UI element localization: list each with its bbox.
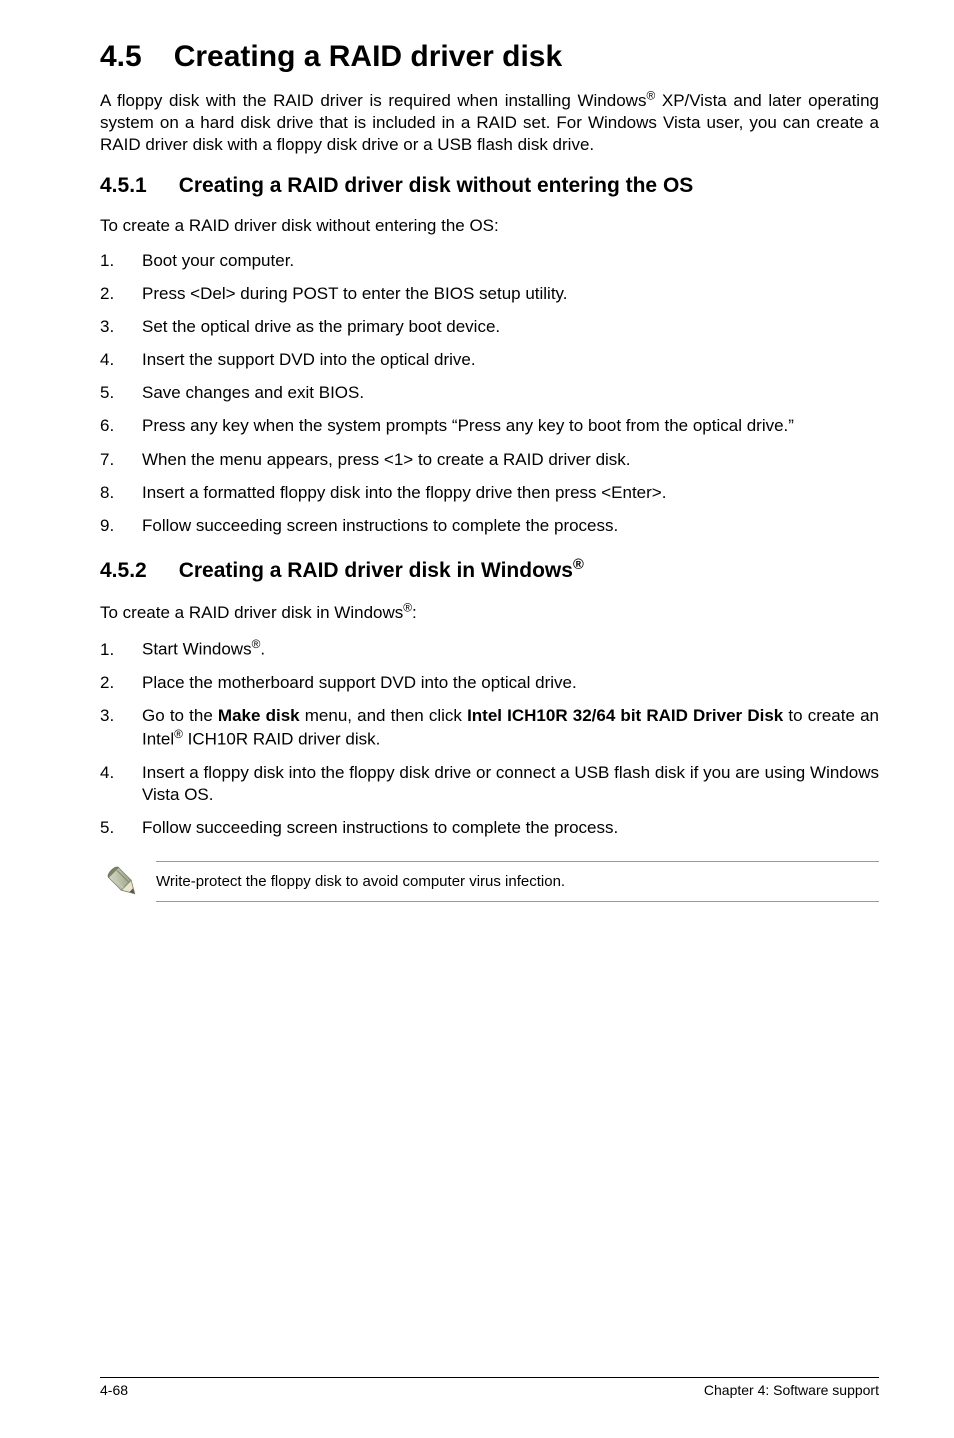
note-box: Write-protect the floppy disk to avoid c… — [156, 861, 879, 903]
list-item: 5.Save changes and exit BIOS. — [100, 382, 879, 404]
main-heading: 4.5 Creating a RAID driver disk — [100, 40, 879, 74]
footer-chapter: Chapter 4: Software support — [704, 1382, 879, 1398]
footer-page-number: 4-68 — [100, 1382, 128, 1398]
section-2-heading: 4.5.2 Creating a RAID driver disk in Wind… — [100, 557, 879, 583]
list-item: 5.Follow succeeding screen instructions … — [100, 817, 879, 839]
section-1-heading: 4.5.1 Creating a RAID driver disk without… — [100, 174, 879, 198]
intro-paragraph: A floppy disk with the RAID driver is re… — [100, 88, 879, 156]
list-item: 1.Start Windows®. — [100, 637, 879, 661]
note-text: Write-protect the floppy disk to avoid c… — [156, 872, 879, 892]
section-1-lead: To create a RAID driver disk without ent… — [100, 216, 879, 236]
pencil-icon — [100, 859, 156, 903]
section-1-title: Creating a RAID driver disk without ente… — [179, 174, 694, 197]
list-item: 4.Insert the support DVD into the optica… — [100, 349, 879, 371]
section-1-number: 4.5.1 — [100, 174, 147, 198]
list-item: 4.Insert a floppy disk into the floppy d… — [100, 762, 879, 806]
intro-text: A floppy disk with the RAID driver is re… — [100, 91, 879, 154]
list-item: 3.Set the optical drive as the primary b… — [100, 316, 879, 338]
registered-mark: ® — [573, 557, 584, 573]
list-item: 8.Insert a formatted floppy disk into th… — [100, 482, 879, 504]
list-item: 3.Go to the Make disk menu, and then cli… — [100, 705, 879, 751]
main-heading-title: Creating a RAID driver disk — [174, 40, 562, 73]
list-item: 6.Press any key when the system prompts … — [100, 415, 879, 437]
list-item: 2.Press <Del> during POST to enter the B… — [100, 283, 879, 305]
note-row: Write-protect the floppy disk to avoid c… — [100, 859, 879, 903]
section-2-steps: 1.Start Windows®. 2.Place the motherboard… — [100, 637, 879, 839]
section-2-title: Creating a RAID driver disk in Windows® — [179, 559, 584, 582]
section-2-number: 4.5.2 — [100, 559, 147, 583]
list-item: 9.Follow succeeding screen instructions … — [100, 515, 879, 537]
section-1-steps: 1.Boot your computer. 2.Press <Del> durin… — [100, 250, 879, 537]
page-footer: 4-68 Chapter 4: Software support — [100, 1377, 879, 1398]
list-item: 1.Boot your computer. — [100, 250, 879, 272]
page-content: 4.5 Creating a RAID driver disk A floppy … — [0, 0, 954, 903]
section-2-lead: To create a RAID driver disk in Windows®… — [100, 601, 879, 624]
main-heading-number: 4.5 — [100, 40, 142, 74]
list-item: 2.Place the motherboard support DVD into… — [100, 672, 879, 694]
list-item: 7.When the menu appears, press <1> to cr… — [100, 449, 879, 471]
